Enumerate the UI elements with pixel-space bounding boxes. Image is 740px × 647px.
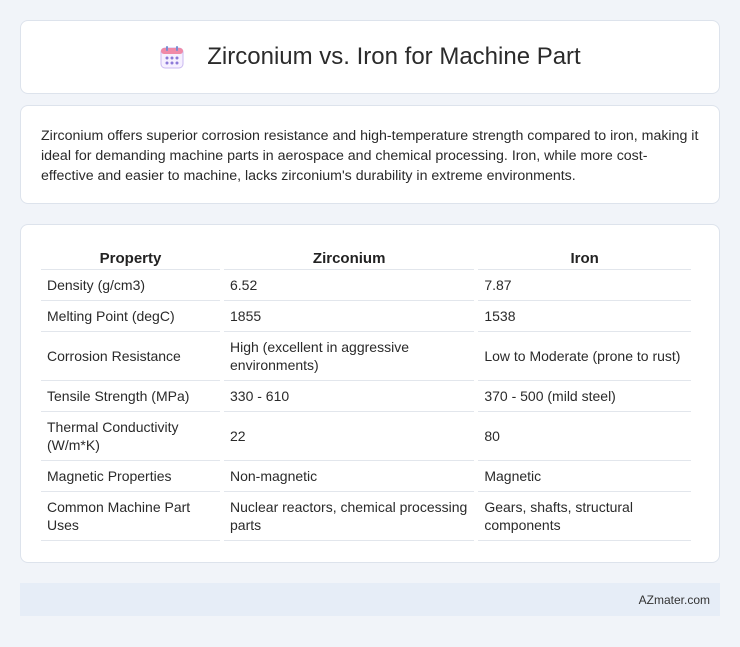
header-zirconium: Zirconium (224, 245, 475, 270)
property-cell: Density (g/cm3) (41, 270, 220, 301)
property-cell: Thermal Conductivity (W/m*K) (41, 412, 220, 461)
iron-cell: 80 (478, 412, 691, 461)
iron-cell: Gears, shafts, structural components (478, 492, 691, 541)
zirconium-cell: 6.52 (224, 270, 475, 301)
zirconium-cell: Nuclear reactors, chemical processing pa… (224, 492, 475, 541)
table-row: Tensile Strength (MPa) 330 - 610 370 - 5… (41, 381, 691, 412)
table-row: Melting Point (degC) 1855 1538 (41, 301, 691, 332)
zirconium-cell: Non-magnetic (224, 461, 475, 492)
comparison-table-card: Property Zirconium Iron Density (g/cm3) … (20, 224, 720, 563)
header-property: Property (41, 245, 220, 270)
iron-cell: 7.87 (478, 270, 691, 301)
property-cell: Tensile Strength (MPa) (41, 381, 220, 412)
summary-text: Zirconium offers superior corrosion resi… (41, 128, 699, 184)
table-row: Density (g/cm3) 6.52 7.87 (41, 270, 691, 301)
property-cell: Magnetic Properties (41, 461, 220, 492)
property-cell: Melting Point (degC) (41, 301, 220, 332)
page-title: Zirconium vs. Iron for Machine Part (207, 43, 581, 70)
footer-site-link[interactable]: AZmater.com (639, 593, 710, 607)
zirconium-cell: 330 - 610 (224, 381, 475, 412)
footer: AZmater.com (20, 583, 720, 616)
zirconium-cell: High (excellent in aggressive environmen… (224, 332, 475, 381)
calendar-icon (159, 44, 185, 70)
zirconium-cell: 1855 (224, 301, 475, 332)
header-iron: Iron (478, 245, 691, 270)
property-cell: Corrosion Resistance (41, 332, 220, 381)
title-card: Zirconium vs. Iron for Machine Part (20, 20, 720, 94)
iron-cell: 1538 (478, 301, 691, 332)
table-row: Magnetic Properties Non-magnetic Magneti… (41, 461, 691, 492)
table-header-row: Property Zirconium Iron (41, 245, 691, 270)
table-row: Common Machine Part Uses Nuclear reactor… (41, 492, 691, 541)
zirconium-cell: 22 (224, 412, 475, 461)
summary-card: Zirconium offers superior corrosion resi… (20, 105, 720, 204)
table-row: Corrosion Resistance High (excellent in … (41, 332, 691, 381)
comparison-table: Property Zirconium Iron Density (g/cm3) … (37, 245, 695, 541)
table-row: Thermal Conductivity (W/m*K) 22 80 (41, 412, 691, 461)
iron-cell: Low to Moderate (prone to rust) (478, 332, 691, 381)
iron-cell: Magnetic (478, 461, 691, 492)
iron-cell: 370 - 500 (mild steel) (478, 381, 691, 412)
property-cell: Common Machine Part Uses (41, 492, 220, 541)
